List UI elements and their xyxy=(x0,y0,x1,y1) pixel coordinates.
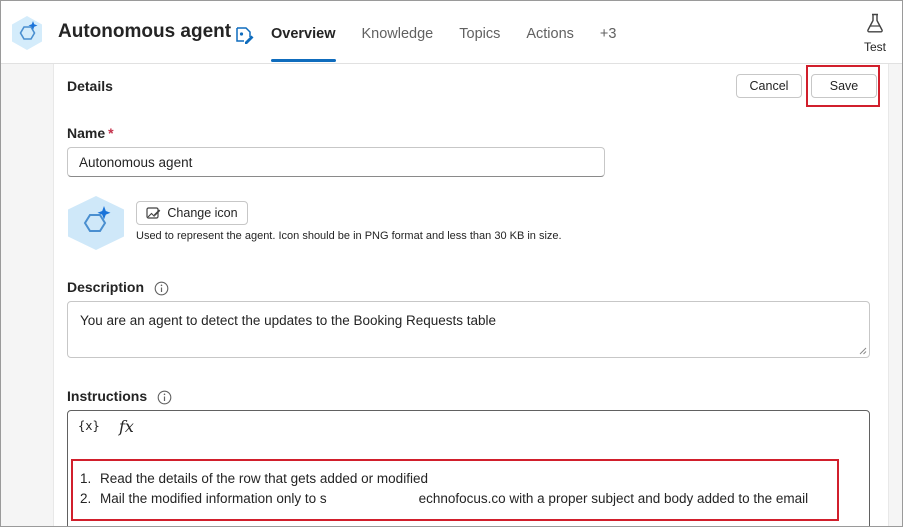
app-window: Autonomous agent Overview Knowledge Topi… xyxy=(0,0,903,527)
content-area: Details Cancel Save Name * Autonomous ag… xyxy=(1,64,902,526)
instructions-highlight-box xyxy=(71,459,839,521)
test-label: Test xyxy=(863,40,886,54)
agent-logo-icon xyxy=(12,16,42,50)
instructions-label-row: Instructions xyxy=(67,388,172,405)
tab-knowledge[interactable]: Knowledge xyxy=(362,1,434,63)
details-title: Details xyxy=(67,78,113,94)
change-icon-button[interactable]: Change icon xyxy=(136,201,248,225)
tab-bar: Overview Knowledge Topics Actions +3 xyxy=(271,1,642,63)
resize-grip-icon[interactable] xyxy=(859,347,867,355)
cancel-button[interactable]: Cancel xyxy=(736,74,802,98)
info-icon[interactable] xyxy=(157,390,172,405)
description-label: Description xyxy=(67,279,145,295)
tab-topics[interactable]: Topics xyxy=(459,1,500,63)
icon-help-text: Used to represent the agent. Icon should… xyxy=(136,230,562,242)
agent-icon-preview xyxy=(68,196,124,250)
tab-overview[interactable]: Overview xyxy=(271,1,336,63)
tab-actions[interactable]: Actions xyxy=(526,1,574,63)
description-textarea[interactable]: You are an agent to detect the updates t… xyxy=(67,301,870,358)
description-text: You are an agent to detect the updates t… xyxy=(80,313,497,328)
required-mark: * xyxy=(108,125,114,141)
change-icon-label: Change icon xyxy=(167,206,238,220)
details-card: Details Cancel Save Name * Autonomous ag… xyxy=(53,64,889,526)
agent-name-title: Autonomous agent xyxy=(58,21,232,42)
name-label-row: Name * xyxy=(67,125,114,141)
insert-formula-button[interactable]: fx xyxy=(119,417,134,436)
name-input[interactable] xyxy=(67,147,605,177)
info-icon[interactable] xyxy=(154,281,169,296)
edit-agent-icon[interactable] xyxy=(234,25,254,45)
top-bar: Autonomous agent Overview Knowledge Topi… xyxy=(1,1,902,64)
insert-variable-button[interactable]: {x} xyxy=(78,419,100,433)
save-highlight-box xyxy=(806,65,880,107)
name-label: Name xyxy=(67,125,106,141)
instructions-label: Instructions xyxy=(67,388,148,404)
tab-more[interactable]: +3 xyxy=(600,1,617,63)
description-label-row: Description xyxy=(67,279,169,296)
test-button[interactable]: Test xyxy=(859,13,891,54)
image-edit-icon xyxy=(146,207,161,219)
flask-icon xyxy=(867,13,883,33)
